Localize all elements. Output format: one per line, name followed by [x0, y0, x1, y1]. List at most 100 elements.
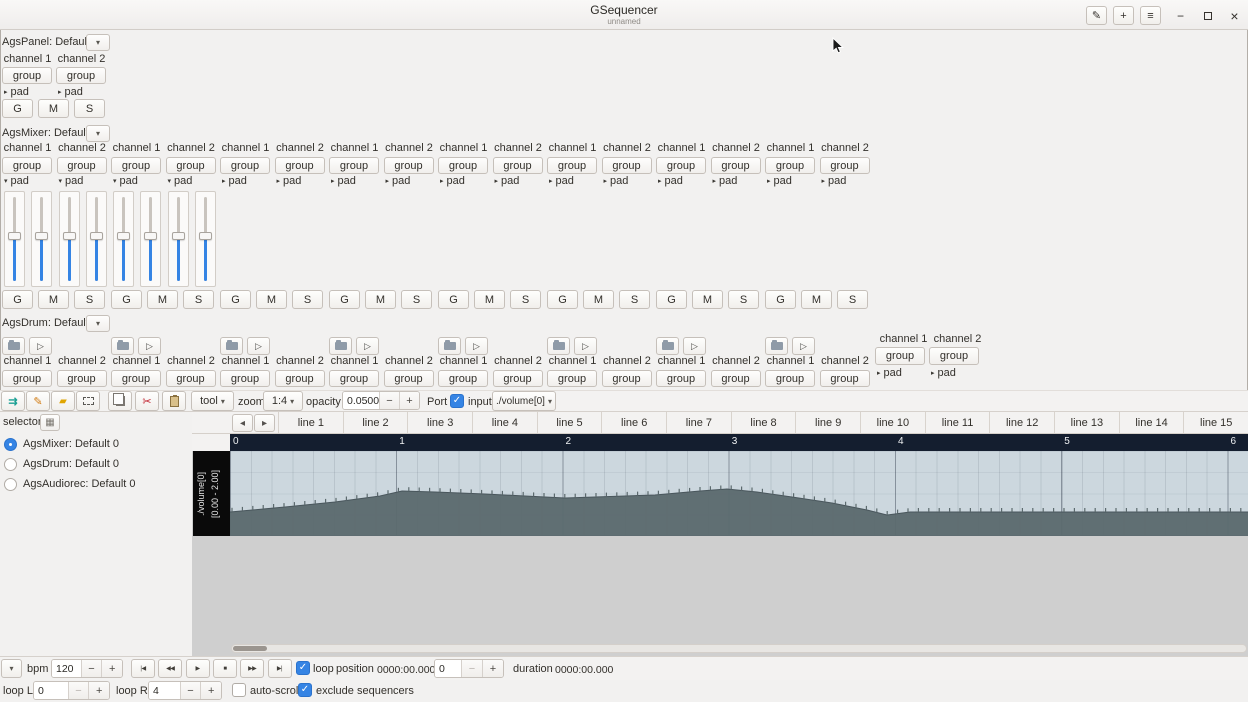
pad-expander[interactable]: ▾ pad: [113, 175, 138, 187]
machine-menu-button[interactable]: ▾: [86, 125, 110, 142]
play-button[interactable]: ▷: [138, 337, 161, 355]
gms-m-button[interactable]: M: [583, 290, 614, 309]
group-button[interactable]: group: [438, 157, 488, 174]
gms-m-button[interactable]: M: [256, 290, 287, 309]
gms-s-button[interactable]: S: [292, 290, 323, 309]
radio-selected-icon[interactable]: [4, 437, 17, 451]
line-header[interactable]: line 6: [601, 412, 667, 433]
gms-g-button[interactable]: G: [111, 290, 142, 309]
port-dropdown[interactable]: ./volume[0] ▾: [492, 391, 556, 411]
exclude-sequencers-checkbox[interactable]: ✓: [298, 683, 312, 697]
slider-handle[interactable]: [144, 232, 158, 241]
position-spin-value[interactable]: 0: [435, 660, 461, 677]
pad-expander[interactable]: ▸ pad: [222, 175, 247, 187]
group-button[interactable]: group: [274, 370, 325, 387]
group-button[interactable]: group: [56, 370, 107, 387]
pad-expander[interactable]: ▸ pad: [713, 175, 738, 187]
edit-button[interactable]: ✎: [1086, 6, 1107, 25]
group-button[interactable]: group: [492, 370, 543, 387]
selector-option[interactable]: AgsAudiorec: Default 0: [4, 476, 136, 492]
play-button[interactable]: ▷: [29, 337, 52, 355]
group-button[interactable]: group: [710, 370, 761, 387]
loop-right-decrement-button[interactable]: −: [179, 682, 201, 699]
play-button[interactable]: ▷: [792, 337, 815, 355]
opacity-increment-button[interactable]: +: [399, 392, 419, 409]
pad-expander[interactable]: ▸ pad: [331, 175, 356, 187]
gms-m-button[interactable]: M: [692, 290, 723, 309]
gms-g-button[interactable]: G: [2, 290, 33, 309]
group-button[interactable]: group: [329, 370, 379, 387]
pad-expander[interactable]: ▾ pad: [168, 175, 193, 187]
pad-expander[interactable]: ▸ pad: [277, 175, 302, 187]
gms-s-button[interactable]: S: [183, 290, 214, 309]
gms-m-button[interactable]: M: [38, 99, 69, 118]
group-button[interactable]: group: [601, 157, 652, 174]
loop-left-value[interactable]: 0: [34, 682, 68, 699]
gms-g-button[interactable]: G: [765, 290, 796, 309]
bpm-value[interactable]: 120: [52, 660, 81, 677]
loop-left-increment-button[interactable]: +: [88, 682, 109, 699]
position-decrement-button[interactable]: −: [461, 660, 482, 677]
group-button[interactable]: group: [656, 157, 706, 174]
group-button[interactable]: group: [2, 67, 52, 84]
line-header[interactable]: line 12: [989, 412, 1055, 433]
minimize-button[interactable]: −: [1171, 6, 1190, 25]
pad-expander[interactable]: ▸ pad: [604, 175, 629, 187]
gms-s-button[interactable]: S: [401, 290, 432, 309]
gms-s-button[interactable]: S: [837, 290, 868, 309]
select-tool-button[interactable]: [76, 391, 100, 411]
open-button[interactable]: [111, 337, 134, 355]
volume-slider[interactable]: [167, 191, 189, 287]
gms-m-button[interactable]: M: [38, 290, 69, 309]
auto-scroll-checkbox[interactable]: [232, 683, 246, 697]
group-button[interactable]: group: [383, 157, 434, 174]
line-header[interactable]: line 14: [1118, 412, 1184, 433]
pad-expander[interactable]: ▸ pad: [58, 86, 83, 98]
machine-menu-button[interactable]: ▾: [86, 315, 110, 332]
volume-slider[interactable]: [4, 191, 25, 287]
radio-icon[interactable]: [4, 477, 17, 491]
open-button[interactable]: [765, 337, 788, 355]
line-header[interactable]: line 1: [278, 412, 343, 433]
gms-g-button[interactable]: G: [547, 290, 578, 309]
input-checkbox[interactable]: ✓: [450, 394, 464, 408]
line-header[interactable]: line 5: [536, 412, 602, 433]
pad-expander[interactable]: ▸ pad: [931, 367, 956, 379]
play-button[interactable]: ▷: [465, 337, 488, 355]
group-button[interactable]: group: [875, 347, 925, 365]
stop-button[interactable]: ■: [212, 659, 237, 678]
pad-expander[interactable]: ▾ pad: [4, 175, 29, 187]
gms-s-button[interactable]: S: [728, 290, 759, 309]
horizontal-scrollbar[interactable]: [231, 644, 1247, 653]
bpm-decrement-button[interactable]: −: [80, 660, 102, 677]
volume-slider[interactable]: [31, 191, 53, 287]
group-button[interactable]: group: [547, 370, 597, 387]
jump-backward-button[interactable]: |◀: [131, 659, 155, 678]
group-button[interactable]: group: [765, 370, 815, 387]
cut-button[interactable]: ✂: [135, 391, 159, 411]
gms-s-button[interactable]: S: [510, 290, 541, 309]
gms-g-button[interactable]: G: [656, 290, 687, 309]
group-button[interactable]: group: [492, 157, 543, 174]
line-header[interactable]: line 3: [407, 412, 473, 433]
line-header[interactable]: line 4: [472, 412, 537, 433]
line-header[interactable]: line 2: [342, 412, 408, 433]
gms-s-button[interactable]: S: [74, 99, 105, 118]
group-button[interactable]: group: [56, 157, 107, 174]
line-header[interactable]: line 9: [795, 412, 861, 433]
open-button[interactable]: [220, 337, 243, 355]
group-button[interactable]: group: [220, 157, 270, 174]
group-button[interactable]: group: [111, 370, 161, 387]
volume-slider[interactable]: [140, 191, 162, 287]
opacity-decrement-button[interactable]: −: [379, 392, 399, 409]
gms-g-button[interactable]: G: [220, 290, 251, 309]
gms-s-button[interactable]: S: [619, 290, 650, 309]
gms-m-button[interactable]: M: [365, 290, 396, 309]
opacity-value[interactable]: 0.0500: [343, 392, 379, 409]
line-header[interactable]: line 8: [730, 412, 796, 433]
group-button[interactable]: group: [601, 370, 652, 387]
line-header[interactable]: line 10: [860, 412, 925, 433]
gms-g-button[interactable]: G: [438, 290, 469, 309]
group-button[interactable]: group: [274, 157, 325, 174]
clear-tool-button[interactable]: ▰: [51, 391, 75, 411]
